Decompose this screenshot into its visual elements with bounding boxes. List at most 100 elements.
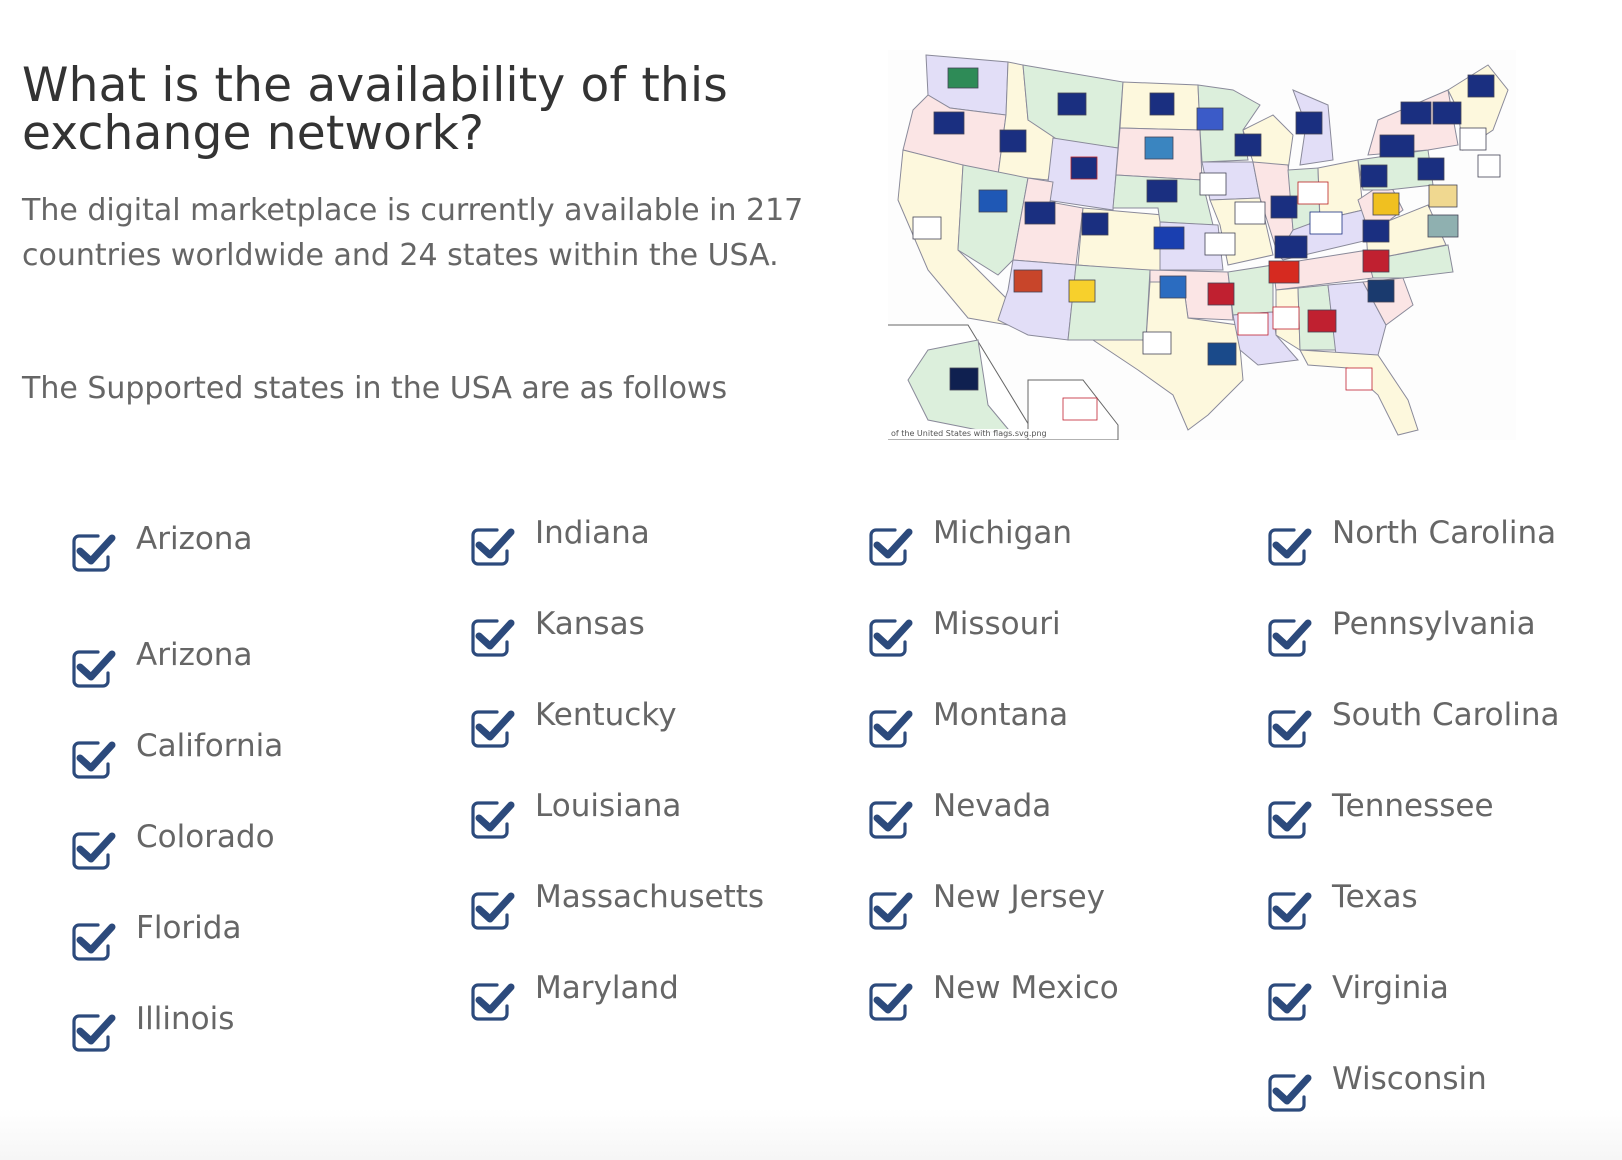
state-name: North Carolina (1332, 515, 1557, 551)
flag-arkansas (1207, 282, 1235, 306)
flag-louisiana (1207, 342, 1237, 366)
flag-connecticut (1417, 157, 1445, 181)
state-name: Texas (1332, 879, 1418, 915)
flag-ohio (1297, 181, 1329, 205)
state-name: Arizona (136, 521, 253, 557)
state-name: Missouri (933, 606, 1061, 642)
checkbox-checked-icon (869, 710, 913, 748)
state-list-item: Wisconsin (1268, 1061, 1487, 1113)
flag-california (912, 216, 942, 240)
checkbox-checked-icon (1268, 710, 1312, 748)
state-name: Pennsylvania (1332, 606, 1536, 642)
page-title: What is the availability of this exchang… (22, 58, 728, 161)
flag-texas (1142, 331, 1172, 355)
flag-alaska (949, 367, 979, 391)
state-list-item: California (72, 728, 283, 780)
flag-minnesota (1196, 107, 1224, 131)
checkbox-checked-icon (471, 983, 515, 1021)
flag-alabama (1272, 306, 1300, 330)
state-name: Virginia (1332, 970, 1449, 1006)
us-flags-map: of the United States with flags.svg.png (888, 50, 1516, 440)
availability-description: The digital marketplace is currently ava… (22, 193, 804, 273)
state-list-item: Montana (869, 697, 1068, 749)
state-list-item: Nevada (869, 788, 1051, 840)
state-name: Indiana (535, 515, 650, 551)
state-list-item: Arizona (72, 521, 252, 573)
flag-south-dakota (1144, 136, 1174, 160)
state-list-item: Florida (72, 910, 241, 962)
checkbox-checked-icon (1268, 983, 1312, 1021)
checkbox-checked-icon (869, 892, 913, 930)
flag-nebraska (1146, 179, 1178, 203)
state-list-item: Colorado (72, 819, 275, 871)
state-list-item: Kentucky (471, 697, 677, 749)
flag-colorado (1081, 212, 1109, 236)
flag-utah (1024, 201, 1056, 225)
state-name: Kansas (535, 606, 645, 642)
flag-hawaii (1062, 397, 1098, 421)
state-name: Louisiana (535, 788, 682, 824)
us-map-image (888, 54, 1509, 440)
flag-new-hampshire (1432, 101, 1462, 125)
state-name: Kentucky (535, 697, 677, 733)
flag-south-carolina (1367, 279, 1395, 303)
state-list-item: Virginia (1268, 970, 1449, 1022)
checkbox-checked-icon (869, 619, 913, 657)
state-name: Montana (933, 697, 1069, 733)
state-list-item: Kansas (471, 606, 645, 658)
flag-tennessee (1268, 260, 1300, 284)
map-region-arkansas (1227, 264, 1274, 316)
flag-illinois (1234, 201, 1266, 225)
state-name: Nevada (933, 788, 1052, 824)
state-name: Florida (136, 910, 242, 946)
state-list-item: Indiana (471, 515, 650, 567)
state-list-item: Pennsylvania (1268, 606, 1536, 658)
state-name: Wisconsin (1332, 1061, 1487, 1097)
flag-maine (1467, 74, 1495, 98)
flag-virginia (1362, 219, 1390, 243)
checkbox-checked-icon (471, 619, 515, 657)
flag-maryland (1372, 192, 1400, 216)
state-name: Colorado (136, 819, 275, 855)
state-name: New Mexico (933, 970, 1119, 1006)
state-list-item: North Carolina (1268, 515, 1556, 567)
flag-mississippi (1237, 312, 1269, 336)
state-list-item: Michigan (869, 515, 1072, 567)
checkbox-checked-icon (72, 650, 116, 688)
state-name: Tennessee (1332, 788, 1494, 824)
state-list-item: South Carolina (1268, 697, 1560, 749)
checkbox-checked-icon (1268, 1074, 1312, 1112)
state-list-item: Illinois (72, 1001, 234, 1053)
checkbox-checked-icon (72, 741, 116, 779)
flag-new-mexico (1068, 279, 1096, 303)
state-list-item: Massachusetts (471, 879, 764, 931)
state-list-item: Arizona (72, 637, 252, 689)
flag-wisconsin (1234, 133, 1262, 157)
state-list-item: Louisiana (471, 788, 681, 840)
flag-wyoming (1070, 156, 1098, 180)
state-list-item: Missouri (869, 606, 1061, 658)
state-name: Maryland (535, 970, 679, 1006)
flag-arizona (1013, 269, 1043, 293)
state-list-item: New Mexico (869, 970, 1119, 1022)
flag-vermont (1400, 101, 1432, 125)
state-list-item: Tennessee (1268, 788, 1494, 840)
flag-georgia (1307, 309, 1337, 333)
state-name: Illinois (136, 1001, 235, 1037)
checkbox-checked-icon (72, 923, 116, 961)
flag-north-carolina (1362, 249, 1390, 273)
state-name: Massachusetts (535, 879, 765, 915)
checkbox-checked-icon (1268, 619, 1312, 657)
flag-west-virginia (1309, 211, 1343, 235)
state-name: South Carolina (1332, 697, 1560, 733)
state-name: New Jersey (933, 879, 1105, 915)
footer-band (0, 1108, 1622, 1160)
map-region-new-mexico (1067, 264, 1151, 341)
flag-missouri (1204, 232, 1236, 256)
flag-rhode-island (1477, 154, 1501, 178)
checkbox-checked-icon (471, 710, 515, 748)
state-name: California (136, 728, 284, 764)
flag-iowa (1199, 172, 1227, 196)
flag-indiana (1270, 195, 1298, 219)
flag-idaho (999, 129, 1027, 153)
